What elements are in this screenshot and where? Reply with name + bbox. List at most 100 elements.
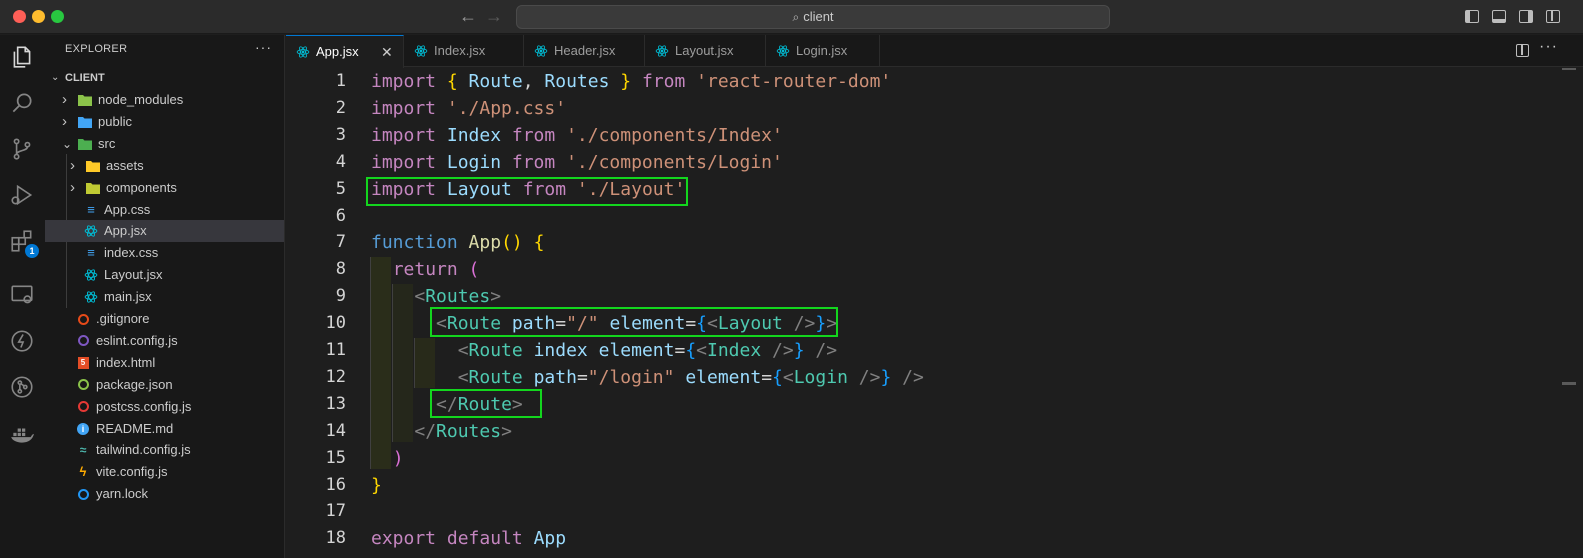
tree-item[interactable]: › public <box>45 111 284 133</box>
extensions-icon[interactable]: 1 <box>6 225 39 258</box>
toggle-panel-icon[interactable] <box>1492 10 1506 23</box>
react-file-icon <box>84 268 98 282</box>
tree-item[interactable]: ≈ tailwind.config.js <box>45 439 284 461</box>
close-window-button[interactable] <box>13 10 26 23</box>
tree-item[interactable]: ⌄ src <box>45 133 284 155</box>
command-center-search[interactable]: ⌕ client <box>516 5 1110 29</box>
code-token: < <box>457 366 469 388</box>
maximize-window-button[interactable] <box>51 10 64 23</box>
code-token: /> <box>815 340 838 361</box>
tree-item[interactable]: ϟ vite.config.js <box>45 461 284 483</box>
code-line: 1 import { Route, Routes } from 'react-ro… <box>286 68 1566 95</box>
css-file-icon: ≡ <box>87 201 95 217</box>
react-icon <box>534 45 548 57</box>
code-line: 15 ) <box>286 445 1566 472</box>
tree-item[interactable]: 5 index.html <box>45 352 284 374</box>
tree-item[interactable]: › components <box>45 177 284 199</box>
sidebar-more-actions[interactable]: ··· <box>255 39 272 55</box>
code-token: default <box>446 528 534 550</box>
tree-item-label: Layout.jsx <box>104 267 163 283</box>
code-token: './components/Login' <box>566 151 783 173</box>
arrow-left-icon[interactable]: ← <box>459 6 477 26</box>
tab-layout-jsx[interactable]: Layout.jsx <box>645 35 766 67</box>
tree-item[interactable]: yarn.lock <box>45 483 284 505</box>
scrollbar-marker <box>1562 68 1576 70</box>
code-token: () { <box>501 232 545 254</box>
tree-item[interactable]: eslint.config.js <box>45 330 284 352</box>
split-editor-icon[interactable] <box>1516 44 1529 57</box>
tree-item[interactable]: package.json <box>45 374 284 396</box>
tree-item-label: assets <box>106 157 144 173</box>
tree-item[interactable]: postcss.config.js <box>45 396 284 418</box>
tree-item[interactable]: Layout.jsx <box>45 264 284 286</box>
tree-item[interactable]: › node_modules <box>45 89 284 111</box>
code-line: 14 </Routes> <box>286 418 1566 445</box>
tree-item[interactable]: .gitignore <box>45 308 284 330</box>
tree-item-label: main.jsx <box>104 289 152 305</box>
run-debug-icon[interactable] <box>6 179 38 211</box>
explorer-sidebar: EXPLORER ··· ⌄ CLIENT › node_modules › publ… <box>45 35 285 558</box>
tree-item[interactable]: i README.md <box>45 418 284 440</box>
highlight-box-import-layout <box>366 177 688 206</box>
code-text: import Login from './components/Login' <box>371 149 783 176</box>
tree-item[interactable]: main.jsx <box>45 286 284 308</box>
tab-index-jsx[interactable]: Index.jsx <box>404 35 524 67</box>
tab-login-jsx[interactable]: Login.jsx <box>766 35 880 67</box>
docker-icon[interactable] <box>6 419 38 451</box>
code-editor[interactable]: 1 import { Route, Routes } from 'react-ro… <box>286 68 1583 558</box>
files-icon[interactable] <box>6 41 38 73</box>
src-folder-icon <box>78 137 92 151</box>
minimize-window-button[interactable] <box>32 10 45 23</box>
code-token: Routes <box>425 286 491 308</box>
tree-item[interactable]: › assets <box>45 155 284 177</box>
code-token: < <box>414 286 426 308</box>
code-token: from <box>501 124 567 146</box>
sidebar-title: EXPLORER <box>65 43 128 55</box>
remote-explorer-icon[interactable] <box>6 279 38 311</box>
line-number: 18 <box>325 528 346 549</box>
tailwind-file-icon: ≈ <box>79 443 87 458</box>
search-icon[interactable] <box>6 87 38 119</box>
tree-item[interactable]: ≡ index.css <box>45 242 284 264</box>
tree-item-label: index.html <box>96 354 156 370</box>
code-token: "/login" <box>587 366 675 388</box>
tree-item-label: yarn.lock <box>96 486 149 502</box>
code-token: ( <box>468 259 480 281</box>
arrow-right-icon[interactable]: → <box>485 6 503 26</box>
code-token: < <box>782 366 794 388</box>
code-token: } <box>880 366 892 388</box>
code-token: = <box>576 366 588 388</box>
tab-header-jsx[interactable]: Header.jsx <box>524 35 645 67</box>
postcss-file-icon <box>76 400 90 414</box>
vite-file-icon: ϟ <box>79 464 87 480</box>
tree-item[interactable]: App.jsx <box>45 220 284 243</box>
tab-app-jsx[interactable]: App.jsx ✕ <box>286 35 404 68</box>
code-token: = <box>761 366 773 388</box>
eslint-file-icon <box>76 334 90 348</box>
code-token: /> <box>858 366 881 388</box>
code-token: import <box>371 124 447 146</box>
code-token: , <box>522 71 545 92</box>
customize-layout-icon[interactable] <box>1546 10 1560 23</box>
source-control-icon[interactable] <box>6 133 38 165</box>
toggle-primary-sidebar-icon[interactable] <box>1465 10 1479 23</box>
line-number: 2 <box>335 97 346 118</box>
code-text: import './App.css' <box>371 95 566 122</box>
editor-more-actions[interactable]: ··· <box>1539 38 1558 56</box>
react-file-icon <box>84 290 98 304</box>
code-token: from <box>501 151 567 173</box>
close-icon[interactable]: ✕ <box>381 36 393 68</box>
tree-root-client[interactable]: ⌄ CLIENT <box>45 67 284 89</box>
code-token: Login <box>793 366 859 388</box>
git-graph-icon[interactable] <box>6 371 38 403</box>
code-token: Index <box>446 124 502 146</box>
lightning-icon[interactable] <box>6 325 38 357</box>
code-token: { <box>685 340 697 361</box>
toggle-secondary-sidebar-icon[interactable] <box>1519 10 1533 23</box>
tree-item[interactable]: ≡ App.css <box>45 199 284 221</box>
tree-item-label: src <box>98 135 116 151</box>
code-text: </Routes> <box>371 418 512 445</box>
